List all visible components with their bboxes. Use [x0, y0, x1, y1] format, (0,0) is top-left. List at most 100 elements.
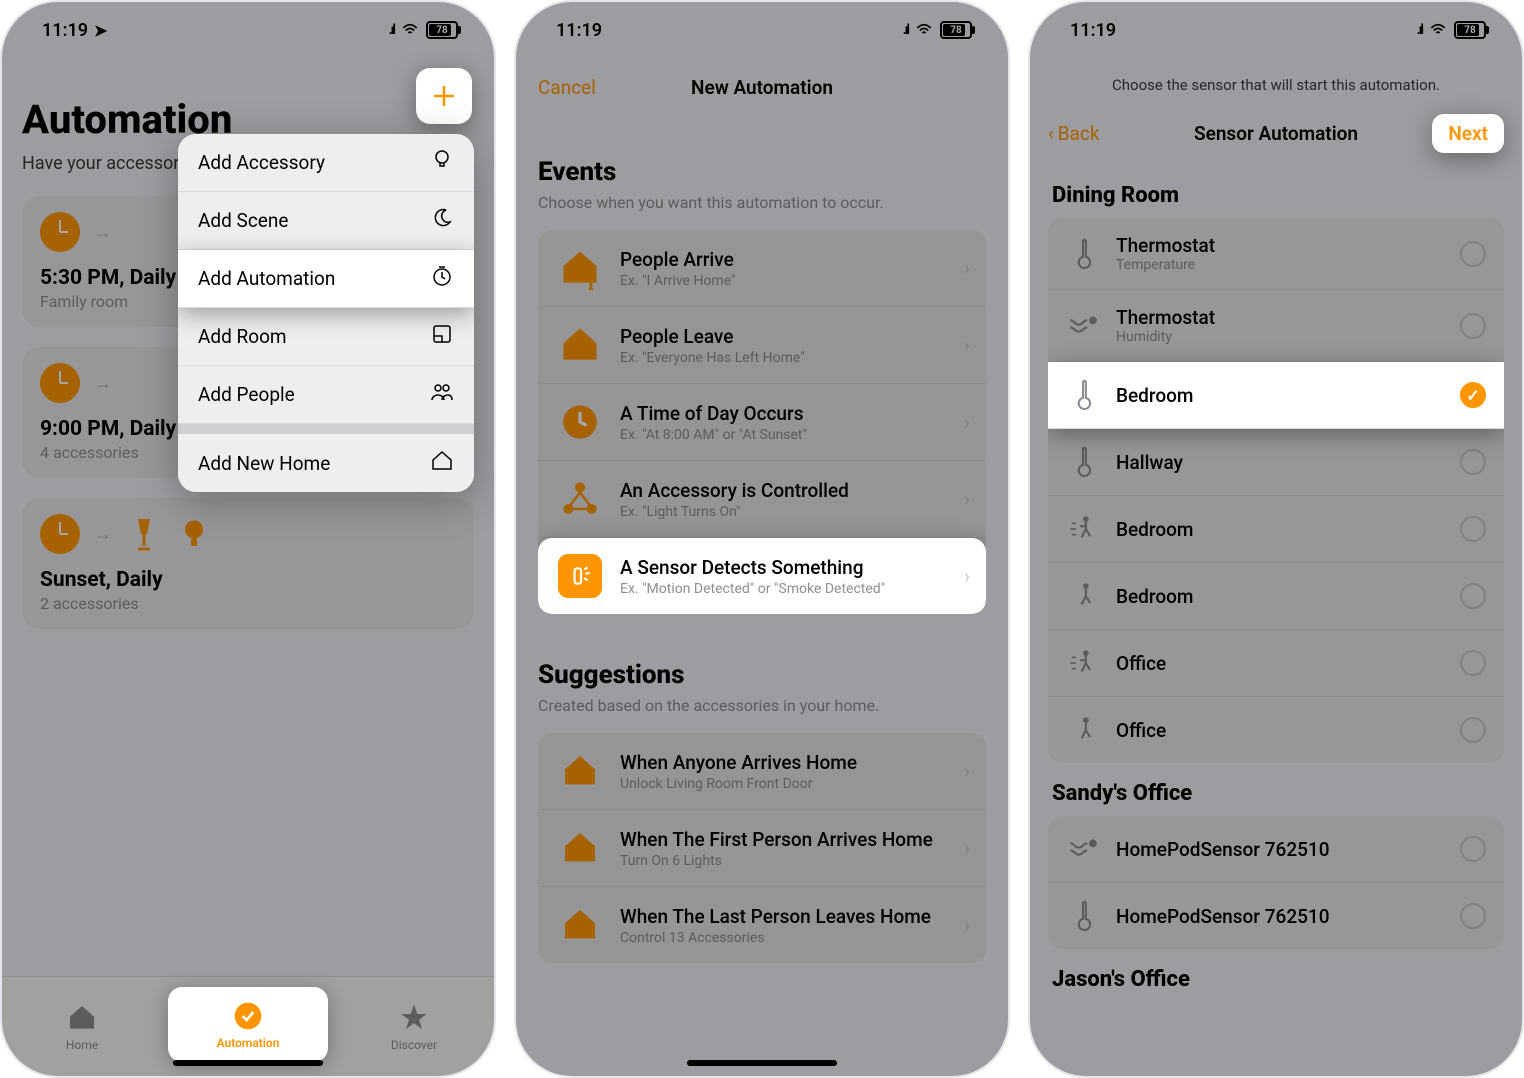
suggestion-item[interactable]: When The Last Person Leaves HomeControl … [538, 887, 986, 963]
automation-card[interactable]: → Sunset, Daily 2 accessories [22, 498, 474, 629]
radio-selected[interactable] [1460, 382, 1486, 408]
event-sub: Ex. "Motion Detected" or "Smoke Detected… [620, 581, 885, 597]
home-icon [430, 449, 454, 478]
sensor-row-homepod-1[interactable]: HomePodSensor 762510 [1048, 816, 1504, 883]
arrow-icon: → [94, 222, 112, 243]
nav-title: New Automation [691, 76, 833, 99]
suggestion-sub: Turn On 6 Lights [620, 853, 933, 869]
sensor-title: Bedroom [1116, 518, 1193, 541]
chevron-right-icon: › [964, 256, 970, 280]
sensor-title: HomePodSensor 762510 [1116, 838, 1330, 861]
menu-add-room[interactable]: Add Room [178, 308, 474, 366]
suggestion-sub: Unlock Living Room Front Door [620, 776, 857, 792]
home-indicator[interactable] [173, 1060, 323, 1066]
suggestion-title: When The Last Person Leaves Home [620, 905, 931, 928]
thermometer-icon [1066, 445, 1100, 479]
chevron-right-icon: › [964, 913, 970, 937]
menu-add-scene[interactable]: Add Scene [178, 192, 474, 250]
event-people-arrive[interactable]: People ArriveEx. "I Arrive Home" › [538, 230, 986, 307]
sensor-row-bedroom-motion[interactable]: Bedroom [1048, 496, 1504, 563]
tab-automation[interactable]: Automation [168, 987, 328, 1062]
event-accessory-controlled[interactable]: An Accessory is ControlledEx. "Light Tur… [538, 461, 986, 538]
radio-unselected[interactable] [1460, 241, 1486, 267]
menu-add-people[interactable]: Add People [178, 366, 474, 424]
menu-label: Add Scene [198, 209, 288, 232]
thermometer-icon [1066, 237, 1100, 271]
event-sub: Ex. "Light Turns On" [620, 504, 849, 520]
chevron-right-icon: › [964, 759, 970, 783]
location-icon: ➤ [94, 21, 107, 40]
sensor-title: Hallway [1116, 451, 1183, 474]
suggestions-heading: Suggestions [538, 660, 986, 690]
humidity-icon [1066, 309, 1100, 343]
menu-label: Add People [198, 383, 295, 406]
arrow-icon: → [94, 524, 112, 545]
radio-unselected[interactable] [1460, 449, 1486, 475]
motion-icon [1066, 512, 1100, 546]
home-indicator[interactable] [687, 1060, 837, 1066]
event-sensor-detects[interactable]: A Sensor Detects Something Ex. "Motion De… [538, 538, 986, 614]
suggestions-subtitle: Created based on the accessories in your… [538, 696, 986, 715]
bulb-icon [176, 516, 212, 552]
sensor-row-office-motion-2[interactable]: Office [1048, 697, 1504, 763]
house-leave-icon [556, 321, 604, 369]
radio-unselected[interactable] [1460, 836, 1486, 862]
humidity-icon [1066, 832, 1100, 866]
next-button[interactable]: Next [1432, 114, 1504, 153]
menu-label: Add Room [198, 325, 287, 348]
tab-home[interactable]: Home [2, 977, 162, 1076]
house-leave-icon [556, 901, 604, 949]
menu-add-accessory[interactable]: Add Accessory [178, 134, 474, 192]
menu-add-home[interactable]: Add New Home [178, 434, 474, 492]
sensor-title: HomePodSensor 762510 [1116, 905, 1330, 928]
screen-1-automation-menu: 11:19 ➤ .ıl 78 Automation Have your acce… [0, 0, 496, 1078]
motion-icon [1066, 646, 1100, 680]
tab-discover[interactable]: Discover [334, 977, 494, 1076]
sensor-row-hallway[interactable]: Hallway [1048, 429, 1504, 496]
sensor-row-bedroom-motion-2[interactable]: Bedroom [1048, 563, 1504, 630]
sensor-title: Thermostat [1116, 234, 1215, 257]
sensor-row-thermostat-humid[interactable]: ThermostatHumidity [1048, 290, 1504, 362]
automation-sub: 2 accessories [40, 594, 456, 613]
suggestion-item[interactable]: When Anyone Arrives Home Unlock Living Ro… [538, 733, 986, 810]
event-people-leave[interactable]: People LeaveEx. "Everyone Has Left Home"… [538, 307, 986, 384]
lightbulb-icon [430, 148, 454, 177]
menu-separator [178, 424, 474, 434]
chevron-right-icon: › [964, 564, 970, 588]
battery-icon: 78 [1454, 21, 1486, 39]
suggestion-item[interactable]: When The First Person Arrives HomeTurn O… [538, 810, 986, 887]
sensor-list-dining: ThermostatTemperature ThermostatHumidity… [1048, 218, 1504, 763]
section-header: Sandy's Office [1030, 763, 1522, 816]
chevron-right-icon: › [964, 333, 970, 357]
events-heading: Events [538, 157, 986, 187]
clock-icon [40, 514, 80, 554]
tab-label: Discover [391, 1038, 437, 1052]
event-time-of-day[interactable]: A Time of Day OccursEx. "At 8:00 AM" or … [538, 384, 986, 461]
tab-label: Home [66, 1038, 98, 1052]
add-button[interactable] [416, 68, 472, 124]
screen-3-sensor-automation: 11:19 .ıl 78 Choose the sensor that will… [1028, 0, 1524, 1078]
sensor-row-homepod-2[interactable]: HomePodSensor 762510 [1048, 883, 1504, 949]
event-title: A Sensor Detects Something [620, 556, 885, 579]
house-arrive-icon [556, 824, 604, 872]
sensor-row-office-motion[interactable]: Office [1048, 630, 1504, 697]
cancel-button[interactable]: Cancel [538, 76, 596, 99]
sensor-row-thermostat-temp[interactable]: ThermostatTemperature [1048, 218, 1504, 290]
radio-unselected[interactable] [1460, 583, 1486, 609]
wifi-icon [914, 18, 934, 43]
sensor-sub: Temperature [1116, 257, 1215, 273]
wifi-icon [1428, 18, 1448, 43]
radio-unselected[interactable] [1460, 516, 1486, 542]
menu-add-automation[interactable]: Add Automation [178, 250, 474, 308]
radio-unselected[interactable] [1460, 313, 1486, 339]
radio-unselected[interactable] [1460, 650, 1486, 676]
sensor-row-bedroom[interactable]: Bedroom [1048, 362, 1504, 429]
sensor-title: Thermostat [1116, 306, 1215, 329]
status-time: 11:19 [556, 20, 602, 41]
back-button[interactable]: ‹Back [1048, 122, 1099, 145]
radio-unselected[interactable] [1460, 717, 1486, 743]
menu-label: Add Accessory [198, 151, 325, 174]
tab-label: Automation [217, 1036, 280, 1050]
suggestion-title: When Anyone Arrives Home [620, 751, 857, 774]
radio-unselected[interactable] [1460, 903, 1486, 929]
